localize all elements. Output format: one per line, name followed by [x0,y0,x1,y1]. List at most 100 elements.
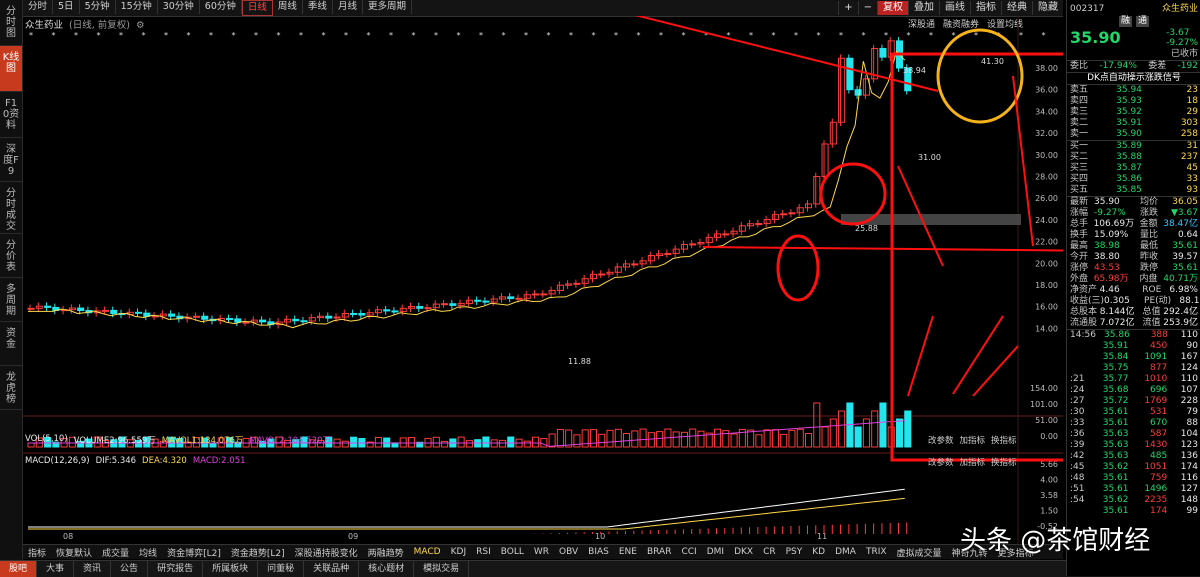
indicator-tab[interactable]: 资金博弈[L2] [162,546,226,559]
vol-name: VOL(5,10) [25,434,68,444]
candle-body [283,318,291,323]
signal-row[interactable]: DK点自动操示涨跌信号 [1067,72,1200,85]
annotation-circle [936,28,1024,124]
left-nav-item[interactable]: K线图 [0,46,22,92]
indicator-tab[interactable]: BIAS [583,547,614,557]
indicator-tab[interactable]: BOLL [496,547,529,557]
indicator-tab[interactable]: 两融趋势 [363,546,409,559]
volume-bar [713,428,722,448]
candle-body [449,303,457,306]
bottom-tab[interactable]: 问董秘 [258,561,305,577]
period-button[interactable]: 日线 [241,0,273,16]
kline-chart-area[interactable]: 众生药业 (日线, 前复权) ⚙ 深股通 融资融券 设置均线 38.00 36.00 3… [23,16,1063,544]
indicator-tab[interactable]: 资金趋势[L2] [226,546,290,559]
indicator-tool[interactable]: 改参数 [928,434,954,446]
left-nav-item[interactable]: 分时成交 [0,182,22,234]
bottom-tab[interactable]: 模拟交易 [414,561,470,577]
indicator-tab[interactable]: RSI [471,547,496,557]
indicator-tab[interactable]: CCI [676,547,701,557]
period-button[interactable]: 60分钟 [200,0,242,14]
candle-body [631,263,639,266]
toolbar-button[interactable]: 经典 [1001,1,1032,15]
left-nav-item[interactable]: F10资料 [0,92,22,138]
candle-body [556,284,564,291]
toolbar-button[interactable]: 隐藏 [1032,1,1063,15]
macd-dea-line [28,497,905,530]
period-button[interactable]: 更多周期 [363,0,412,14]
stat-label: ROE [1142,285,1162,295]
bottom-tab[interactable]: 所属板块 [203,561,259,577]
order-row: 卖二 35.91 303 [1067,118,1200,129]
period-button[interactable]: 5分钟 [80,0,116,14]
indicator-tool[interactable]: 加指标 [960,434,986,446]
stat-label: 今开 [1070,252,1089,262]
macd-name: MACD(12,26,9) [25,456,90,466]
bottom-tab[interactable]: 大事 [37,561,75,577]
toolbar-button[interactable]: + [838,1,857,15]
indicator-tab[interactable]: 虚拟成交量 [892,546,947,559]
macd-tick-label: 4.00 [1040,476,1058,485]
candle-body [110,309,118,315]
price-tick-label: 20.00 [1035,259,1058,268]
period-button[interactable]: 月线 [333,0,363,14]
indicator-tab[interactable]: 恢复默认 [51,546,97,559]
period-button[interactable]: 30分钟 [158,0,200,14]
indicator-tab[interactable]: CR [758,547,781,557]
bottom-tab[interactable]: 公告 [111,561,149,577]
tick-time [1070,363,1094,374]
period-button[interactable]: 15分钟 [116,0,158,14]
indicator-tool[interactable]: 改参数 [928,456,954,468]
indicator-tab[interactable]: 均线 [134,546,162,559]
candle-body [821,143,829,177]
stat-label: 换手 [1070,230,1089,240]
indicator-tab[interactable]: TRIX [861,547,892,557]
indicator-tab[interactable]: DMA [830,547,861,557]
indicator-tab[interactable]: ENE [614,547,642,557]
bottom-tab[interactable]: 研究报告 [148,561,204,577]
toolbar-button[interactable]: 复权 [877,1,908,15]
indicator-tab[interactable]: MACD [409,547,446,557]
bottom-tab[interactable]: 资讯 [74,561,112,577]
candle-body [333,316,341,319]
bottom-tab[interactable]: 核心题材 [359,561,415,577]
tick-volume: 759 [1150,473,1168,483]
indicator-tool[interactable]: 加指标 [960,456,986,468]
left-nav-item[interactable]: 龙虎榜 [0,366,22,410]
toolbar-button[interactable]: 指标 [970,1,1001,15]
indicator-tab[interactable]: 成交量 [97,546,134,559]
indicator-tab[interactable]: KD [807,547,830,557]
stat-label: 流值 [1142,318,1161,328]
stat-value: 43.53 [1094,263,1120,273]
indicator-tab[interactable]: OBV [554,547,583,557]
indicator-tab[interactable]: 指标 [23,546,51,559]
period-button[interactable]: 5日 [53,0,80,14]
indicator-tool[interactable]: 换指标 [991,434,1017,446]
toolbar-button[interactable]: 画线 [939,1,970,15]
toolbar-button[interactable]: 叠加 [908,1,939,15]
wb-label: 委比 [1070,61,1089,71]
tick-row: :48 35.61 759 116 [1067,473,1200,484]
period-button[interactable]: 分时 [23,0,54,14]
tick-price: 35.61 [1102,418,1129,428]
order-row: 卖四 35.93 18 [1067,96,1200,107]
indicator-tab[interactable]: KDJ [446,547,472,557]
toolbar-button[interactable]: − [857,1,877,15]
left-nav-item[interactable]: 资金 [0,322,22,366]
period-button[interactable]: 季线 [303,0,333,14]
bottom-tab[interactable]: 关联品种 [304,561,360,577]
indicator-tab[interactable]: 深股通持股变化 [290,546,363,559]
indicator-tab[interactable]: PSY [781,547,808,557]
indicator-tool[interactable]: 换指标 [991,456,1017,468]
indicator-tab[interactable]: BRAR [642,547,676,557]
indicator-tab[interactable]: DMI [702,547,729,557]
order-price: 35.92 [1116,107,1142,117]
left-nav-item[interactable]: 分价表 [0,234,22,278]
period-button[interactable]: 周线 [273,0,303,14]
left-nav-item[interactable]: 多周期 [0,278,22,322]
bottom-tab[interactable]: 股吧 [0,561,38,577]
left-nav-item[interactable]: 分时图 [0,0,22,46]
indicator-tab[interactable]: WR [529,547,554,557]
left-nav-item[interactable]: 深度F9 [0,138,22,182]
indicator-tab[interactable]: DKX [729,547,758,557]
event-marker: * [974,31,978,40]
